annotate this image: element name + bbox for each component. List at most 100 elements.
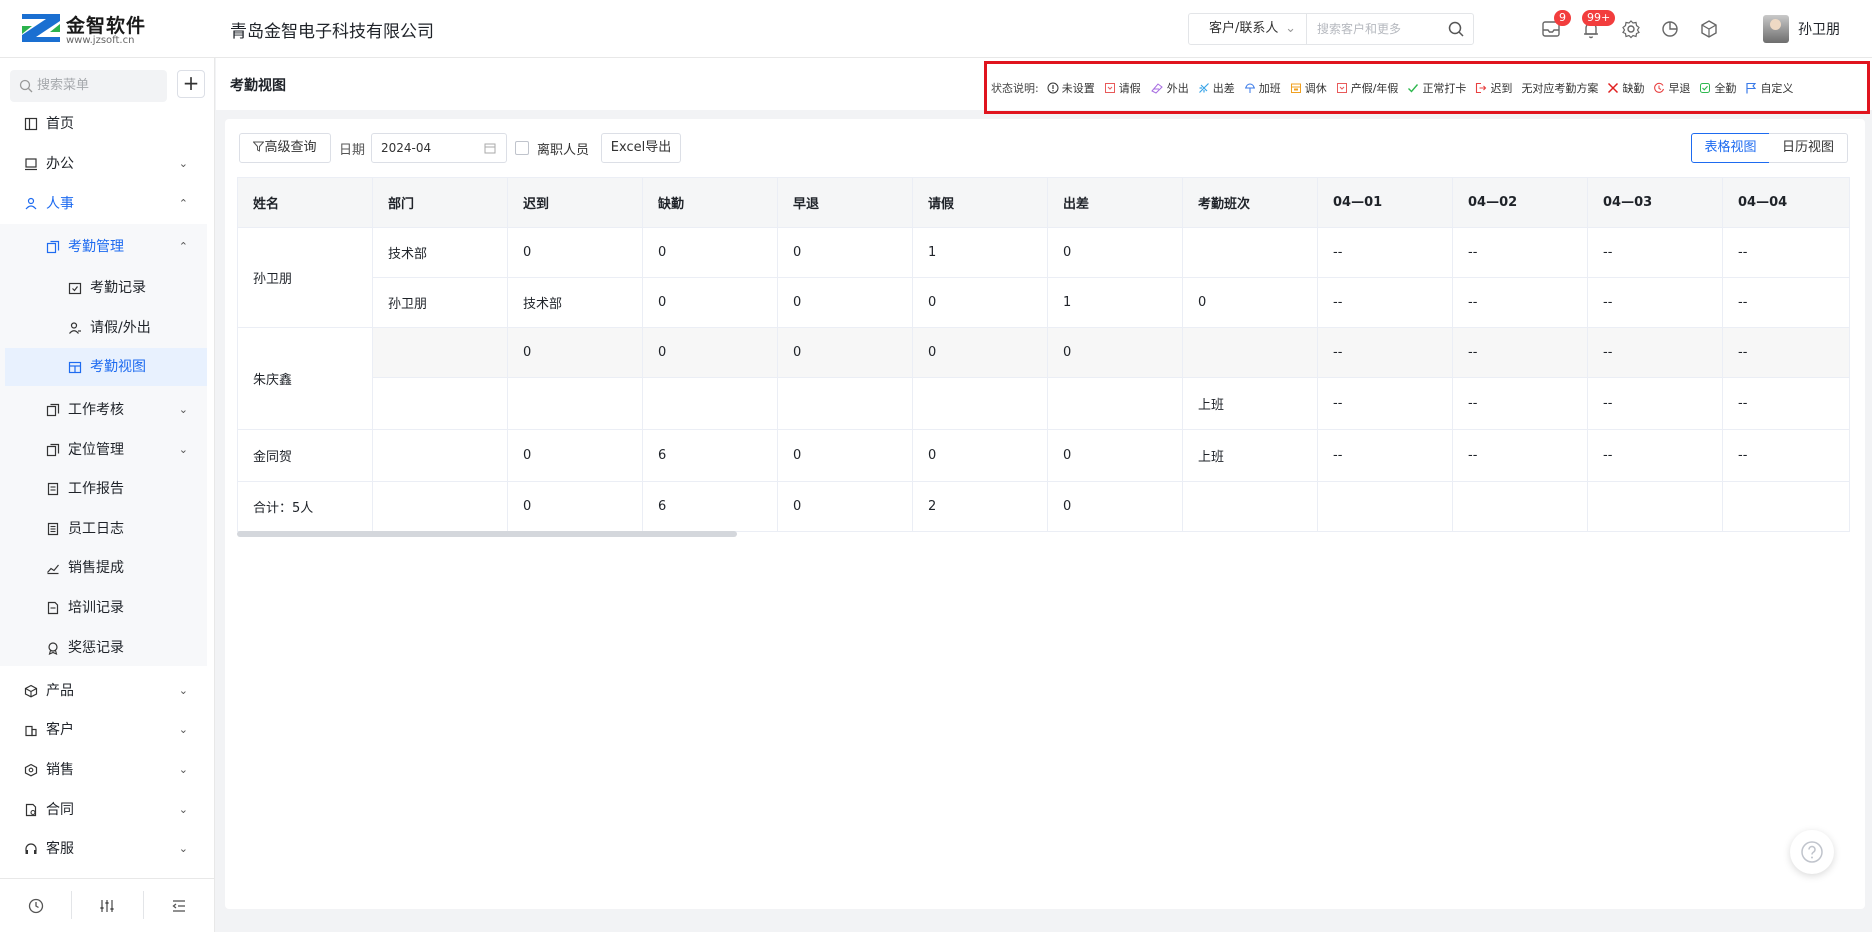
avatar[interactable] [1763, 15, 1789, 43]
collapse-menu-icon[interactable] [170, 897, 188, 915]
table-cell: 0 [1047, 481, 1183, 532]
table-cell [1722, 481, 1850, 532]
sidebar-item-work-assessment[interactable]: 工作考核 ⌄ [0, 391, 214, 429]
legend-item-maternity: 产假/年假 [1336, 80, 1398, 96]
sidebar-item-product[interactable]: 产品 ⌄ [0, 672, 214, 710]
table-cell: 0 [1182, 277, 1318, 328]
company-name: 青岛金智电子科技有限公司 [230, 22, 434, 42]
table-cell: -- [1587, 277, 1723, 328]
column-header: 姓名 [237, 177, 373, 228]
table-cell: -- [1587, 377, 1723, 430]
gear-icon[interactable] [1620, 18, 1642, 40]
legend-label: 早退 [1668, 81, 1691, 95]
sidebar-item-label: 考勤记录 [90, 280, 146, 296]
sidebar-item-sales-commission[interactable]: 销售提成 [0, 549, 214, 587]
maternity-icon [1336, 82, 1347, 93]
add-button[interactable]: + [177, 70, 205, 98]
leave-icon [1104, 82, 1115, 93]
sidebar-item-hr[interactable]: 人事 ⌃ [0, 185, 214, 223]
late-icon [1476, 82, 1487, 93]
pie-chart-icon[interactable] [1659, 18, 1681, 40]
horizontal-scrollbar[interactable] [237, 529, 1849, 537]
sidebar-item-customer[interactable]: 客户 ⌄ [0, 711, 214, 749]
resigned-checkbox[interactable] [515, 141, 529, 155]
table-cell: -- [1452, 429, 1588, 482]
date-picker[interactable]: 2024-04 [371, 133, 507, 163]
sidebar-item-location[interactable]: 定位管理 ⌄ [0, 431, 214, 469]
search-icon [19, 79, 33, 93]
resigned-label: 离职人员 [537, 143, 590, 158]
info-circle-icon [1047, 82, 1059, 93]
table-cell: 6 [642, 429, 778, 482]
excel-export-button[interactable]: Excel导出 [601, 133, 681, 163]
sidebar-item-label: 办公 [46, 156, 74, 172]
table-summary-row: 合计：5人 0 6 0 2 0 [237, 481, 1850, 532]
sidebar-item-service[interactable]: 客服 ⌄ [0, 830, 214, 868]
overtime-icon [1244, 83, 1255, 93]
filter-icon [252, 141, 266, 152]
table-cell: -- [1587, 327, 1723, 378]
legend-label: 请假 [1118, 81, 1141, 95]
legend-label: 迟到 [1490, 81, 1513, 95]
advanced-query-button[interactable]: 高级查询 [239, 133, 331, 163]
sidebar-item-leave-outing[interactable]: 请假/外出 [0, 309, 214, 347]
sidebar-item-training[interactable]: 培训记录 [0, 589, 214, 627]
table-cell: -- [1317, 277, 1453, 328]
chevron-up-icon: ⌃ [178, 197, 188, 210]
chevron-down-icon: ⌄ [1285, 21, 1296, 36]
box-icon[interactable] [1698, 18, 1720, 40]
table-cell: 朱庆鑫 [237, 327, 373, 430]
sidebar-item-label: 销售 [46, 762, 74, 778]
early-leave-icon [1654, 82, 1665, 93]
logo[interactable]: 金智软件 www.jzsoft.cn [20, 10, 160, 48]
search-icon[interactable] [1447, 20, 1465, 38]
table-cell: -- [1317, 227, 1453, 278]
legend-title: 状态说明: [991, 81, 1039, 95]
sidebar-item-attendance-records[interactable]: 考勤记录 [0, 269, 214, 307]
date-value: 2024-04 [381, 141, 432, 155]
logo-mark-icon [20, 12, 62, 44]
sidebar-item-work-report[interactable]: 工作报告 [0, 470, 214, 508]
sidebar-item-sales[interactable]: 销售 ⌄ [0, 751, 214, 789]
legend-label: 出差 [1212, 81, 1235, 95]
legend-item-leave: 请假 [1104, 80, 1141, 96]
date-label: 日期 [339, 143, 366, 158]
table-cell: -- [1722, 327, 1850, 378]
table-cell [372, 481, 508, 532]
sidebar-item-contract[interactable]: 合同 ⌄ [0, 791, 214, 829]
history-icon[interactable] [27, 897, 45, 915]
sidebar-item-label: 定位管理 [68, 442, 124, 458]
sidebar-item-attendance[interactable]: 考勤管理 ⌃ [0, 228, 214, 266]
chevron-down-icon: ⌄ [178, 723, 188, 736]
table-cell: 0 [777, 227, 913, 278]
help-button[interactable] [1790, 830, 1834, 874]
scrollbar-thumb[interactable] [237, 531, 737, 537]
sliders-icon[interactable] [98, 897, 116, 915]
table-cell: 0 [642, 327, 778, 378]
table-cell: 0 [507, 327, 643, 378]
copy-icon [46, 443, 60, 457]
menu-search-input[interactable]: 搜索菜单 [10, 70, 167, 102]
sidebar-item-rewards[interactable]: 奖惩记录 [0, 629, 214, 667]
table-view-button[interactable]: 表格视图 [1691, 133, 1770, 163]
table-header-row: 姓名 部门 迟到 缺勤 早退 请假 出差 考勤班次 04—01 04—02 04… [237, 177, 1850, 228]
table-cell: -- [1722, 377, 1850, 430]
calendar-grid-icon [68, 361, 82, 374]
search-input[interactable]: 搜索客户和更多 [1317, 14, 1401, 44]
table-cell: 0 [777, 481, 913, 532]
search-type-select[interactable]: 客户/联系人 ⌄ [1189, 14, 1307, 44]
question-icon [1801, 841, 1823, 863]
table-cell: 0 [912, 327, 1048, 378]
column-header: 请假 [912, 177, 1048, 228]
sidebar-item-home[interactable]: 首页 [0, 105, 214, 143]
sidebar-item-office[interactable]: 办公 ⌄ [0, 145, 214, 183]
table-cell: 1 [1047, 277, 1183, 328]
contract-icon [25, 803, 37, 817]
sidebar-item-staff-log[interactable]: 员工日志 [0, 510, 214, 548]
sidebar-item-attendance-view[interactable]: 考勤视图 [5, 348, 207, 386]
username[interactable]: 孙卫朋 [1798, 19, 1840, 39]
chart-icon [47, 564, 59, 575]
chevron-down-icon: ⌄ [178, 842, 188, 855]
calendar-view-button[interactable]: 日历视图 [1769, 133, 1848, 163]
divider [143, 891, 144, 919]
